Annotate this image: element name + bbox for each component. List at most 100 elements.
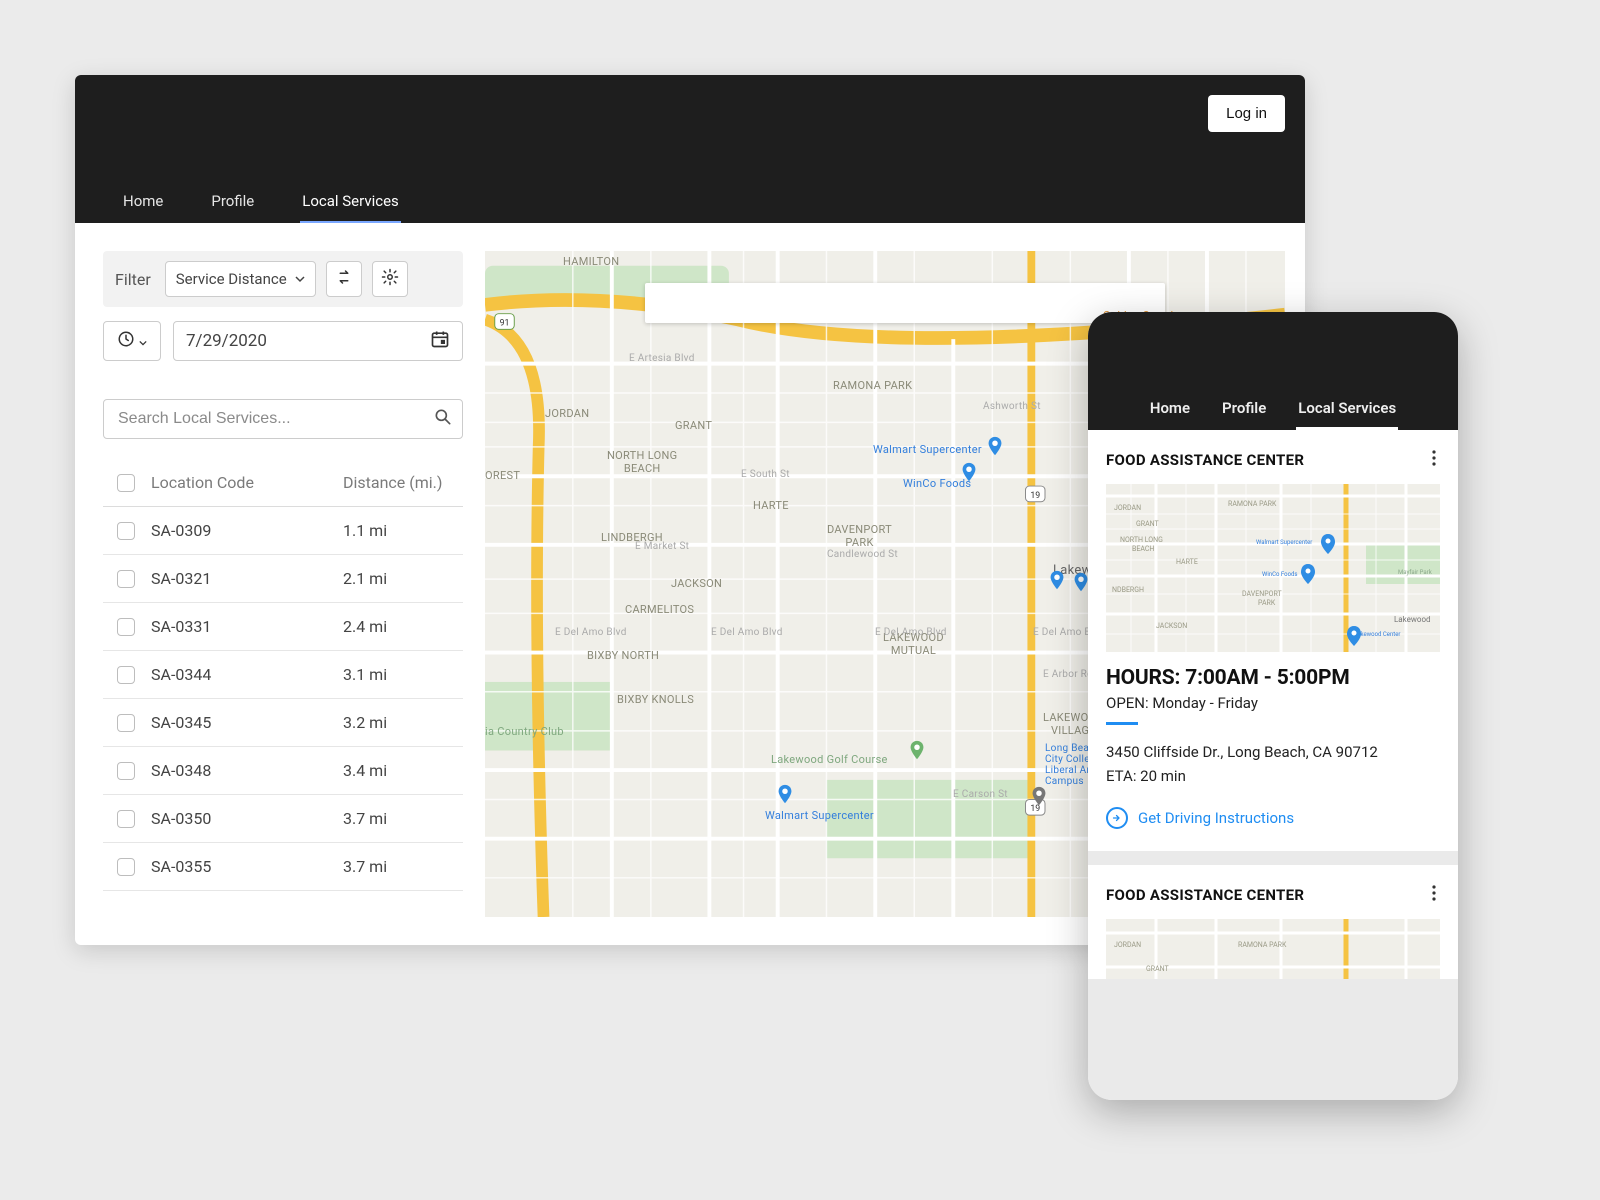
get-directions-button[interactable]: Get Driving Instructions xyxy=(1106,807,1440,829)
date-value: 7/29/2020 xyxy=(186,331,267,351)
svg-text:JORDAN: JORDAN xyxy=(1114,941,1141,949)
svg-text:91: 91 xyxy=(500,318,510,328)
svg-text:GRANT: GRANT xyxy=(1146,965,1170,973)
map-label: HARTE xyxy=(753,499,789,512)
col-distance[interactable]: Distance (mi.) xyxy=(343,473,463,492)
table-row[interactable]: SA-03212.1 mi xyxy=(103,555,463,603)
row-checkbox[interactable] xyxy=(117,762,135,780)
more-icon[interactable] xyxy=(1428,446,1440,474)
mobile-body[interactable]: FOOD ASSISTANCE CENTER xyxy=(1088,430,1458,1100)
row-distance: 2.4 mi xyxy=(343,617,463,636)
table-row[interactable]: SA-03483.4 mi xyxy=(103,747,463,795)
map-pin-icon[interactable] xyxy=(984,435,1006,457)
map-label: E Del Amo Blvd xyxy=(711,627,783,638)
svg-text:BEACH: BEACH xyxy=(1132,545,1154,553)
table-row[interactable]: SA-03091.1 mi xyxy=(103,507,463,555)
row-code: SA-0355 xyxy=(149,857,343,876)
svg-text:JORDAN: JORDAN xyxy=(1114,504,1141,512)
mobile-window: Home Profile Local Services FOOD ASSISTA… xyxy=(1088,312,1458,1100)
row-checkbox[interactable] xyxy=(117,714,135,732)
date-field[interactable]: 7/29/2020 xyxy=(173,321,463,361)
map-label: RAMONA PARK xyxy=(833,379,912,392)
row-code: SA-0344 xyxy=(149,665,343,684)
map-label: DAVENPORT PARK xyxy=(827,523,892,549)
search-icon xyxy=(433,407,453,431)
mobile-nav-home[interactable]: Home xyxy=(1150,386,1190,430)
map-label: E Artesia Blvd xyxy=(629,353,695,364)
map-label: Walmart Supercenter xyxy=(873,443,982,456)
service-distance-select[interactable]: Service Distance xyxy=(165,261,316,297)
table-row[interactable]: SA-03453.2 mi xyxy=(103,699,463,747)
nav-profile[interactable]: Profile xyxy=(211,179,254,223)
map-label: Ashworth St xyxy=(983,401,1041,412)
eta-text: ETA: 20 min xyxy=(1106,767,1440,785)
row-code: SA-0345 xyxy=(149,713,343,732)
svg-text:JACKSON: JACKSON xyxy=(1156,622,1187,630)
more-icon[interactable] xyxy=(1428,881,1440,909)
chevron-down-icon xyxy=(139,332,147,351)
table-header: Location Code Distance (mi.) xyxy=(103,459,463,507)
row-distance: 3.4 mi xyxy=(343,761,463,780)
map-label: BIXBY KNOLLS xyxy=(617,693,694,706)
svg-text:Mayfair Park: Mayfair Park xyxy=(1398,569,1433,576)
map-pin-icon[interactable] xyxy=(906,739,928,761)
row-checkbox[interactable] xyxy=(117,810,135,828)
map-pin-icon[interactable] xyxy=(774,783,796,805)
row-checkbox[interactable] xyxy=(117,858,135,876)
map-search-bar[interactable] xyxy=(645,283,1165,323)
row-checkbox[interactable] xyxy=(117,618,135,636)
mobile-header: Home Profile Local Services xyxy=(1088,312,1458,430)
nav-home[interactable]: Home xyxy=(123,179,163,223)
filter-bar: Filter Service Distance xyxy=(103,251,463,307)
svg-text:HARTE: HARTE xyxy=(1176,558,1198,566)
table-row[interactable]: SA-03312.4 mi xyxy=(103,603,463,651)
card-content: HOURS: 7:00AM - 5:00PM OPEN: Monday - Fr… xyxy=(1088,652,1458,851)
card-title: FOOD ASSISTANCE CENTER xyxy=(1106,886,1304,904)
calendar-icon xyxy=(430,329,450,354)
desktop-nav: Home Profile Local Services xyxy=(75,179,447,223)
svg-text:WinCo Foods: WinCo Foods xyxy=(1262,571,1298,578)
row-checkbox[interactable] xyxy=(117,666,135,684)
card-map[interactable]: JORDAN GRANT RAMONA PARK xyxy=(1106,919,1440,979)
svg-text:Lakewood: Lakewood xyxy=(1394,615,1431,624)
row-code: SA-0350 xyxy=(149,809,343,828)
table-row[interactable]: SA-03443.1 mi xyxy=(103,651,463,699)
swap-icon-button[interactable] xyxy=(326,261,362,297)
map-pin-icon[interactable] xyxy=(1046,569,1068,591)
row-checkbox[interactable] xyxy=(117,570,135,588)
card-header: FOOD ASSISTANCE CENTER xyxy=(1088,430,1458,484)
settings-icon-button[interactable] xyxy=(372,261,408,297)
map-label: BIXBY NORTH xyxy=(587,649,659,662)
map-label: E Carson St xyxy=(953,789,1008,800)
login-button[interactable]: Log in xyxy=(1208,95,1285,132)
row-code: SA-0348 xyxy=(149,761,343,780)
swap-icon xyxy=(335,268,353,290)
row-distance: 3.2 mi xyxy=(343,713,463,732)
header: Log in Home Profile Local Services xyxy=(75,75,1305,223)
svg-text:Walmart Supercenter: Walmart Supercenter xyxy=(1256,539,1312,546)
map-pin-icon[interactable] xyxy=(958,461,980,483)
map-label: GRANT xyxy=(675,419,712,432)
row-checkbox[interactable] xyxy=(117,522,135,540)
service-card: FOOD ASSISTANCE CENTER xyxy=(1088,865,1458,979)
nav-local-services[interactable]: Local Services xyxy=(302,179,399,223)
card-map[interactable]: JORDAN GRANT NORTH LONG BEACH HARTE NDBE… xyxy=(1106,484,1440,652)
search-input[interactable] xyxy=(103,399,463,439)
map-label: JORDAN xyxy=(545,407,589,420)
map-pin-icon[interactable] xyxy=(1028,785,1050,807)
table-row[interactable]: SA-03553.7 mi xyxy=(103,843,463,891)
divider-accent xyxy=(1106,722,1138,725)
map-label: Lakewood Golf Course xyxy=(771,753,888,766)
mobile-nav-local-services[interactable]: Local Services xyxy=(1298,386,1396,430)
time-picker-button[interactable] xyxy=(103,321,161,361)
table-row[interactable]: SA-03503.7 mi xyxy=(103,795,463,843)
col-location-code[interactable]: Location Code xyxy=(149,473,343,492)
mobile-nav-profile[interactable]: Profile xyxy=(1222,386,1266,430)
row-distance: 3.7 mi xyxy=(343,809,463,828)
search-row xyxy=(103,399,463,439)
map-label: E Del Amo Blvd xyxy=(875,627,947,638)
row-distance: 1.1 mi xyxy=(343,521,463,540)
select-all-checkbox[interactable] xyxy=(117,474,135,492)
card-title: FOOD ASSISTANCE CENTER xyxy=(1106,451,1304,469)
row-distance: 3.1 mi xyxy=(343,665,463,684)
